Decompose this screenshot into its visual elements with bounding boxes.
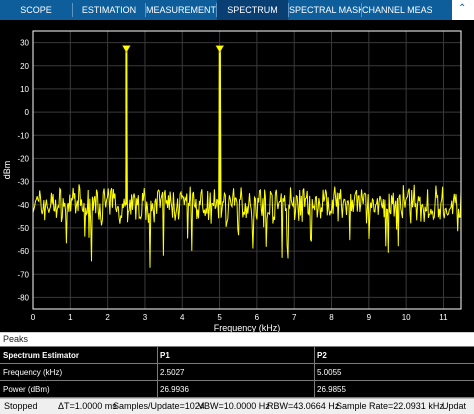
x-tick-label: 5 xyxy=(217,313,222,322)
row-label-power: Power (dBm) xyxy=(3,385,50,394)
y-tick-label: -50 xyxy=(17,224,29,233)
y-tick-label: -70 xyxy=(17,270,29,279)
y-tick-label: 20 xyxy=(20,62,29,71)
collapse-toolstrip-button[interactable]: ⌃ xyxy=(452,0,474,20)
peak-marker[interactable] xyxy=(121,45,131,54)
p2-power: 26.9855 xyxy=(317,385,346,394)
p2-frequency: 5.0055 xyxy=(317,368,342,377)
column-header-estimator: Spectrum Estimator xyxy=(3,351,80,360)
x-tick-label: 4 xyxy=(180,313,185,322)
y-tick-label: -30 xyxy=(17,178,29,187)
status-vbw: VBW=10.0000 Hz xyxy=(198,401,270,411)
status-samples-per-update: Samples/Update=1024 xyxy=(113,401,205,411)
x-axis-label: Frequency (kHz) xyxy=(214,323,281,332)
tab-spectrum[interactable]: SPECTRUM xyxy=(217,0,288,20)
row-label-frequency: Frequency (kHz) xyxy=(3,368,63,377)
status-state: Stopped xyxy=(4,401,38,411)
plot-axes xyxy=(32,30,462,310)
tab-spectral-mask[interactable]: SPECTRAL MASK xyxy=(289,0,361,20)
tab-channel-measurements[interactable]: CHANNEL MEAS- xyxy=(362,0,432,20)
status-delta-t: ΔT=1.0000 ms xyxy=(58,401,117,411)
x-tick-label: 3 xyxy=(143,313,148,322)
peaks-panel-title: Peaks xyxy=(3,334,29,344)
y-tick-label: -80 xyxy=(17,293,29,302)
y-tick-label: 0 xyxy=(25,108,30,117)
peak-marker[interactable] xyxy=(215,45,225,54)
p1-power: 26.9936 xyxy=(160,385,189,394)
y-tick-label: 10 xyxy=(20,85,29,94)
peaks-table: Spectrum Estimator P1 P2 Frequency (kHz)… xyxy=(0,346,474,398)
x-tick-label: 6 xyxy=(255,313,260,322)
tab-scope[interactable]: SCOPE xyxy=(0,0,72,20)
x-tick-label: 2 xyxy=(105,313,110,322)
spectrum-chart-svg[interactable]: 0 1 2 3 4 5 6 7 8 9 10 11 30 20 10 0 -10 -20 -30 -40 -50 -60 -… xyxy=(0,20,474,332)
tab-measurements[interactable]: MEASUREMENTS xyxy=(146,0,216,20)
y-tick-label: -10 xyxy=(17,131,29,140)
column-header-p2: P2 xyxy=(317,351,327,360)
x-tick-label: 9 xyxy=(367,313,372,322)
chevron-up-icon: ⌃ xyxy=(458,3,467,14)
y-tick-label: -60 xyxy=(17,247,29,256)
x-tick-label: 7 xyxy=(292,313,297,322)
column-header-p1: P1 xyxy=(160,351,170,360)
y-axis-label: dBm xyxy=(2,161,12,180)
status-bar: Stopped ΔT=1.0000 ms Samples/Update=1024… xyxy=(0,398,474,414)
status-sample-rate: Sample Rate=22.0931 kHz xyxy=(336,401,444,411)
x-tick-label: 8 xyxy=(329,313,334,322)
tab-bar: SCOPE ESTIMATION MEASUREMENTS SPECTRUM S… xyxy=(0,0,474,20)
x-tick-label: 1 xyxy=(68,313,73,322)
y-tick-label: -20 xyxy=(17,154,29,163)
x-tick-label: 11 xyxy=(439,313,448,322)
tab-estimation[interactable]: ESTIMATION xyxy=(73,0,145,20)
peaks-panel-header: Peaks xyxy=(0,332,474,347)
y-tick-label: 30 xyxy=(20,39,29,48)
y-tick-label: -40 xyxy=(17,201,29,210)
spectrum-plot[interactable]: 0 1 2 3 4 5 6 7 8 9 10 11 30 20 10 0 -10 -20 -30 -40 -50 -60 -… xyxy=(0,20,474,332)
status-update: Updat xyxy=(442,401,467,411)
x-tick-label: 10 xyxy=(402,313,411,322)
p1-frequency: 2.5027 xyxy=(160,368,185,377)
status-rbw: RBW=43.0664 Hz xyxy=(267,401,340,411)
x-tick-label: 0 xyxy=(31,313,36,322)
